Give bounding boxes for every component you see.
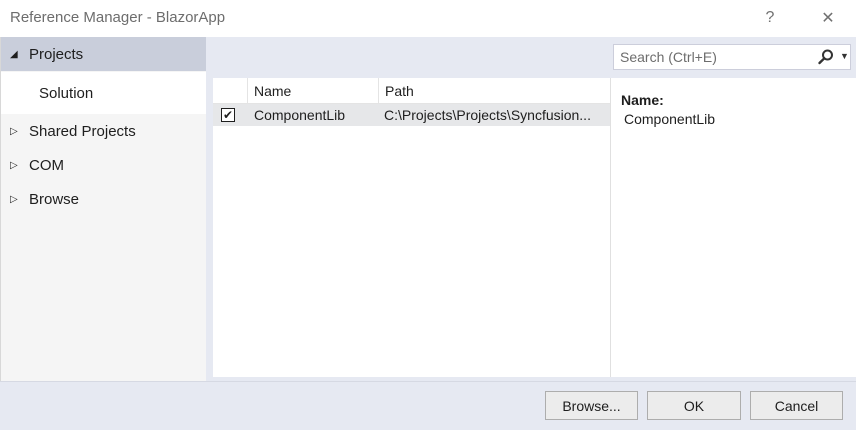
ok-button[interactable]: OK (647, 391, 741, 420)
checkmark-icon: ✔ (222, 108, 234, 122)
search-input[interactable] (614, 48, 812, 66)
chevron-down-icon[interactable]: ▼ (840, 51, 849, 61)
row-checkbox-cell[interactable]: ✔ (221, 104, 239, 126)
close-icon: ✕ (821, 10, 835, 27)
column-header-name[interactable]: Name (248, 78, 379, 103)
collapsed-arrow-icon: ▷ (10, 125, 18, 137)
sidebar-item-solution[interactable]: Solution (1, 72, 207, 114)
expanded-arrow-icon: ◢ (10, 48, 18, 60)
sidebar: ◢ Projects Solution ▷ Shared Projects ▷ … (0, 37, 207, 381)
window-title: Reference Manager - BlazorApp (10, 9, 226, 26)
close-button[interactable]: ✕ (811, 4, 845, 32)
collapsed-arrow-icon: ▷ (10, 193, 18, 205)
collapsed-arrow-icon: ▷ (10, 159, 18, 171)
row-name: ComponentLib (254, 107, 346, 123)
sidebar-item-label: Shared Projects (29, 122, 136, 140)
cancel-button[interactable]: Cancel (750, 391, 843, 420)
browse-button[interactable]: Browse... (545, 391, 638, 420)
grid-header: Name Path (213, 78, 610, 104)
reference-checkbox[interactable]: ✔ (221, 108, 235, 122)
details-pane: Name: ComponentLib (611, 78, 856, 377)
search-box[interactable]: ▼ (613, 44, 851, 70)
details-value: ComponentLib (624, 111, 716, 127)
search-icon[interactable] (817, 48, 835, 66)
projects-grid: Name Path ✔ ComponentLib C:\Projects\Pro… (213, 78, 611, 377)
column-header-path[interactable]: Path (379, 78, 610, 103)
help-icon: ? (765, 9, 775, 26)
details-label: Name: (621, 92, 664, 108)
help-button[interactable]: ? (753, 4, 787, 32)
title-bar: Reference Manager - BlazorApp ? ✕ (0, 0, 856, 36)
row-path: C:\Projects\Projects\Syncfusion... (384, 107, 591, 123)
main-panel: ▼ Name Path ✔ ComponentLib C:\Projects\P… (206, 37, 856, 381)
sidebar-item-label: Projects (29, 45, 84, 63)
table-row[interactable]: ✔ ComponentLib C:\Projects\Projects\Sync… (213, 104, 610, 126)
footer: Browse... OK Cancel (0, 381, 856, 430)
sidebar-item-label: Browse (29, 190, 80, 208)
column-header-check[interactable] (213, 78, 248, 103)
sidebar-item-com[interactable]: ▷ COM (1, 148, 207, 182)
sidebar-item-label: COM (29, 156, 64, 174)
sidebar-item-projects[interactable]: ◢ Projects (1, 37, 207, 71)
sidebar-item-browse[interactable]: ▷ Browse (1, 182, 207, 216)
sidebar-item-label: Solution (39, 84, 94, 102)
sidebar-item-shared-projects[interactable]: ▷ Shared Projects (1, 114, 207, 148)
